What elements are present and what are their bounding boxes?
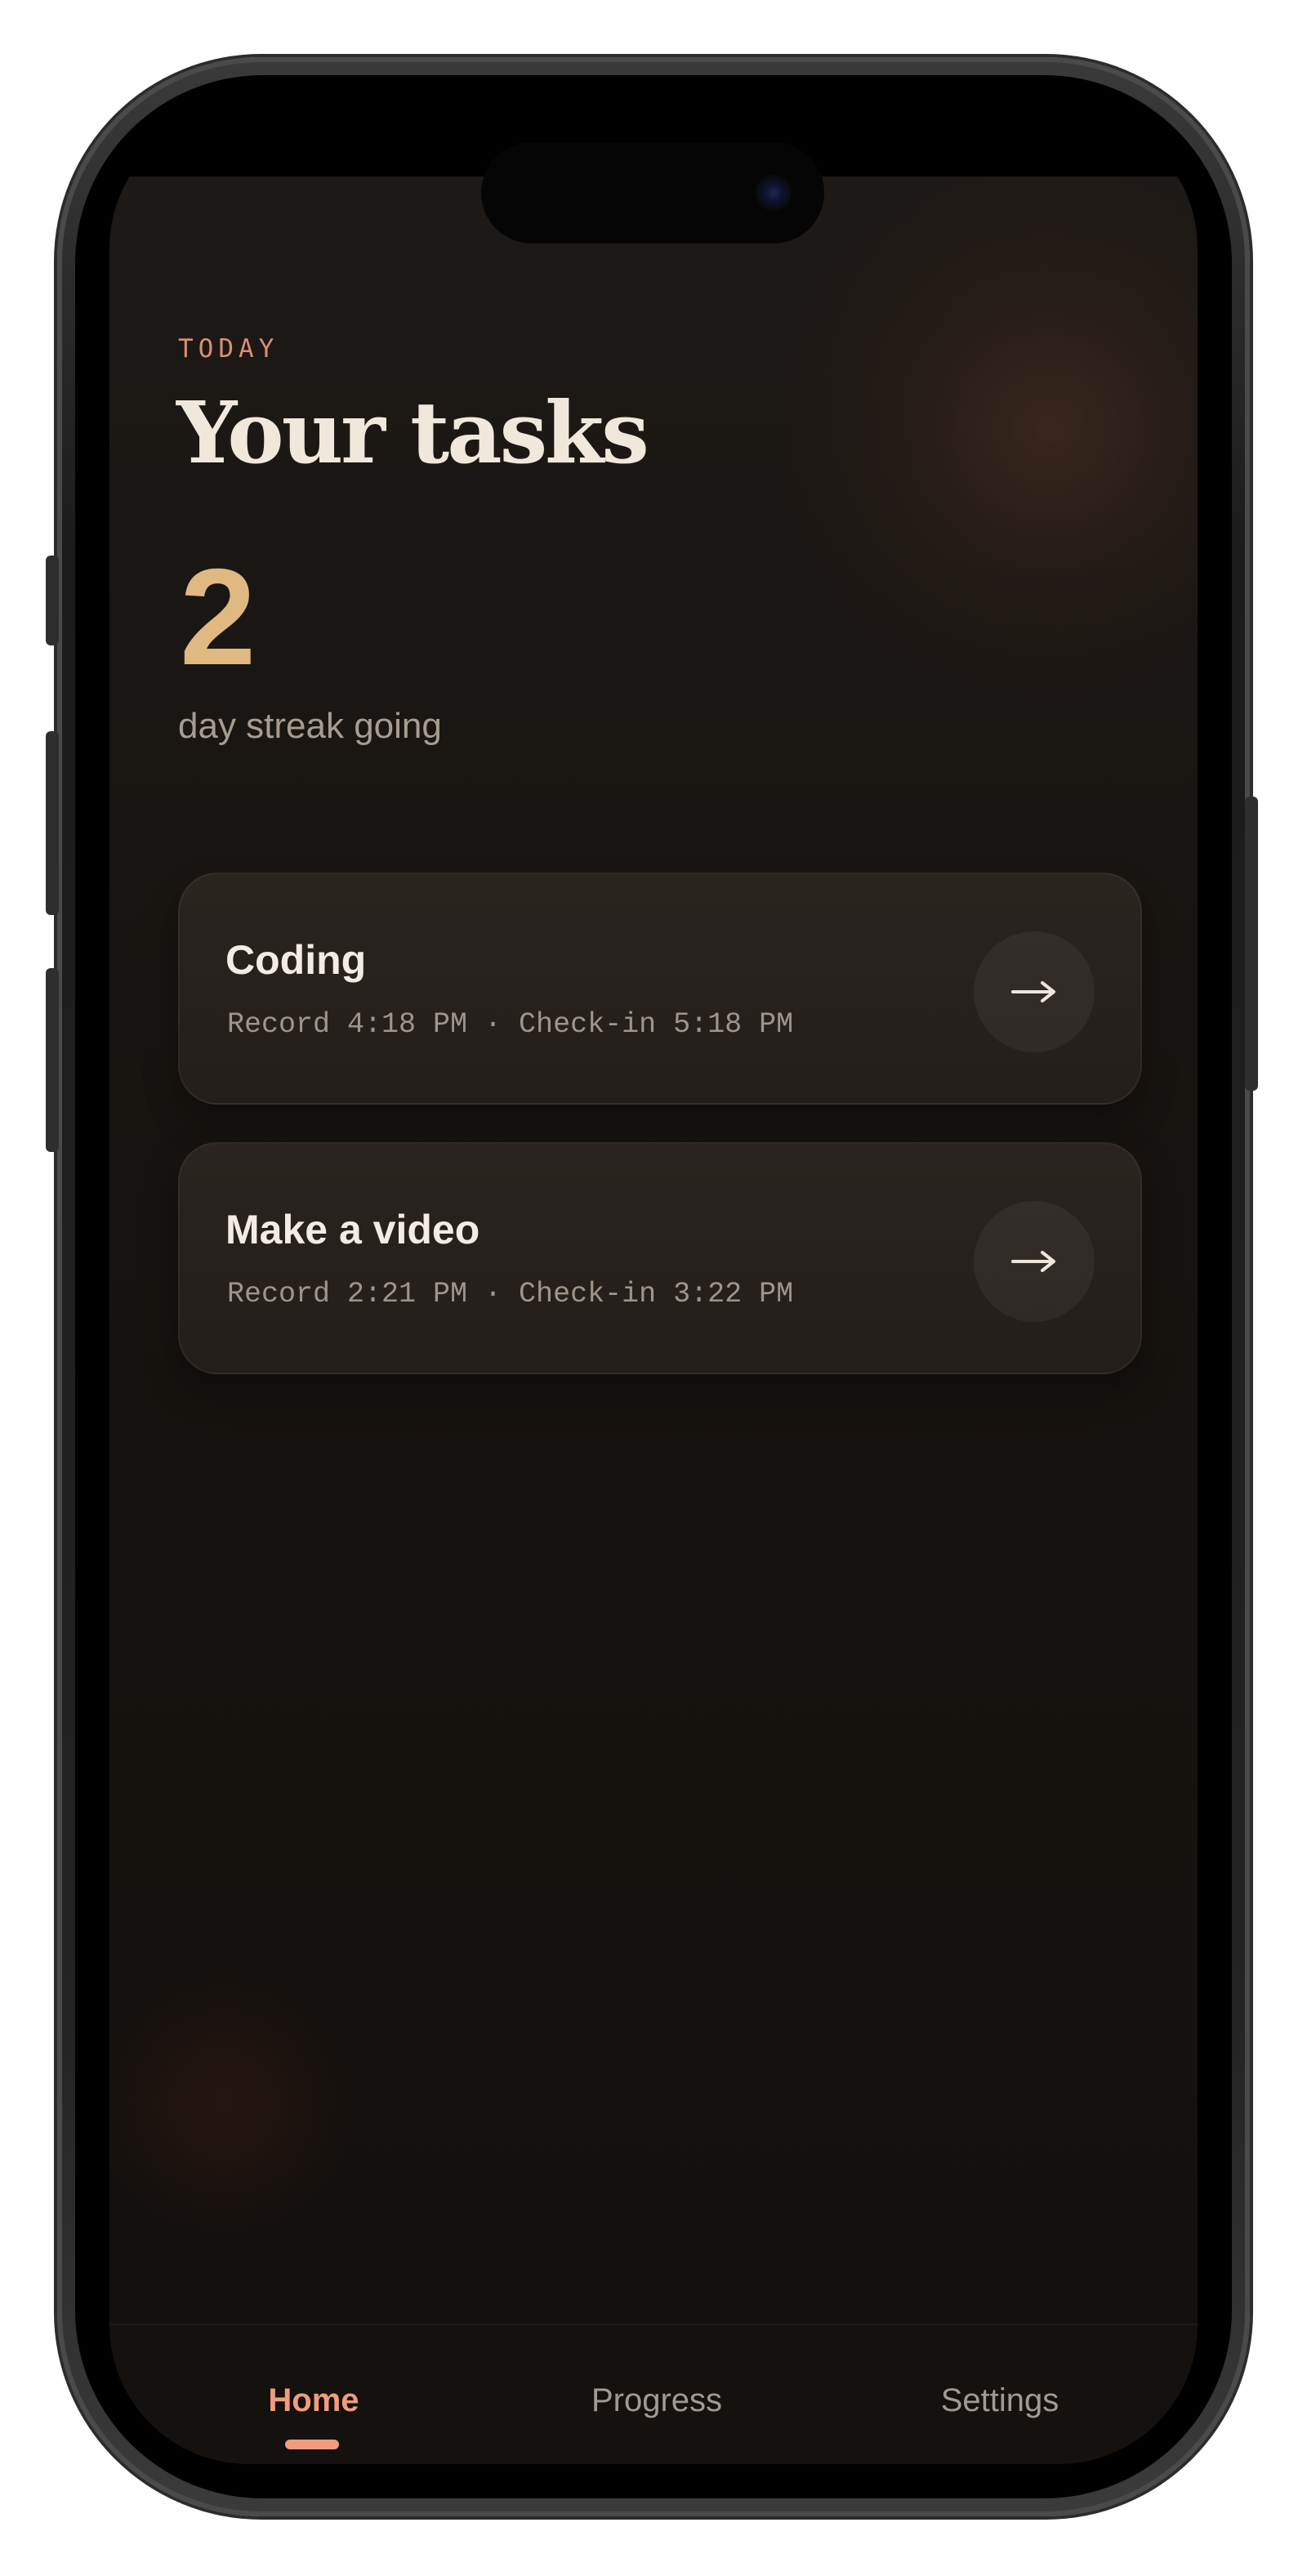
- dynamic-island: [481, 142, 824, 243]
- streak-label: day streak going: [178, 706, 442, 746]
- page-title: Your tasks: [176, 382, 649, 483]
- camera-icon: [756, 175, 792, 211]
- arrow-right-icon: [1011, 981, 1055, 1002]
- task-schedule: Record 4:18 PM · Check-in 5:18 PM: [227, 1008, 794, 1041]
- active-tab-indicator: [285, 2440, 339, 2449]
- phone-screen: TODAY Your tasks 2 day streak going Codi…: [109, 109, 1198, 2464]
- task-title: Coding: [225, 937, 367, 983]
- action-button: [46, 556, 59, 645]
- streak-count: 2: [180, 540, 256, 694]
- bottom-tab-bar: Home Progress Settings: [109, 2324, 1198, 2464]
- task-card-coding[interactable]: Coding Record 4:18 PM · Check-in 5:18 PM: [178, 873, 1142, 1105]
- task-card-make-a-video[interactable]: Make a video Record 2:21 PM · Check-in 3…: [178, 1142, 1142, 1374]
- open-task-button[interactable]: [974, 931, 1095, 1052]
- tab-home[interactable]: Home: [191, 2382, 436, 2419]
- power-button: [1245, 797, 1258, 1091]
- tab-progress[interactable]: Progress: [534, 2382, 779, 2419]
- task-title: Make a video: [225, 1207, 480, 1252]
- screenshot-stage: TODAY Your tasks 2 day streak going Codi…: [0, 0, 1307, 2576]
- volume-down-button: [46, 968, 59, 1152]
- open-task-button[interactable]: [974, 1201, 1095, 1322]
- volume-up-button: [46, 731, 59, 915]
- task-schedule: Record 2:21 PM · Check-in 3:22 PM: [227, 1278, 794, 1310]
- tab-settings[interactable]: Settings: [877, 2382, 1122, 2419]
- arrow-right-icon: [1011, 1251, 1055, 1272]
- app-view: TODAY Your tasks 2 day streak going Codi…: [109, 176, 1198, 2464]
- section-eyebrow: TODAY: [178, 334, 279, 364]
